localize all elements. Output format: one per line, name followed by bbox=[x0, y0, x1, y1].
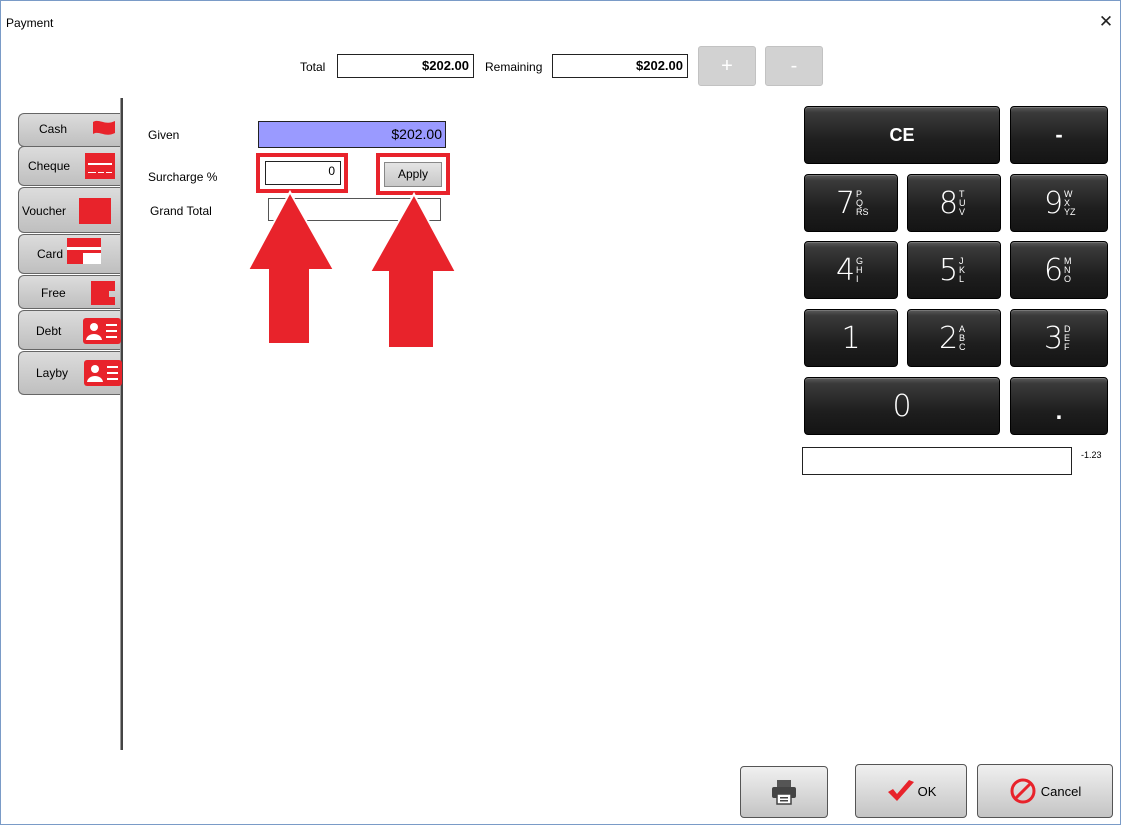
keypad-9-button[interactable]: 9 W X YZ bbox=[1010, 174, 1108, 232]
cancel-button[interactable]: Cancel bbox=[977, 764, 1113, 818]
tabs-divider bbox=[120, 98, 123, 750]
surcharge-input[interactable]: 0 bbox=[265, 161, 341, 185]
given-field[interactable]: $202.00 bbox=[258, 121, 446, 148]
keypad-dot-label: . bbox=[1055, 398, 1063, 425]
ok-button[interactable]: OK bbox=[855, 764, 967, 818]
given-label: Given bbox=[148, 128, 180, 142]
tab-cheque[interactable]: Cheque bbox=[18, 146, 120, 186]
contact-card-icon bbox=[84, 360, 122, 386]
close-icon[interactable]: ✕ bbox=[1096, 12, 1116, 32]
checkmark-icon bbox=[887, 780, 914, 801]
contact-card-icon bbox=[83, 318, 121, 344]
printer-icon bbox=[772, 780, 796, 805]
keypad-letters: JKL bbox=[959, 255, 966, 284]
keypad-ce-label: CE bbox=[889, 124, 915, 145]
format-hint: -1.23 bbox=[1081, 450, 1102, 460]
keypad-minus-button[interactable]: - bbox=[1010, 106, 1108, 164]
keypad-5-button[interactable]: 5JKL bbox=[907, 241, 1001, 299]
remove-payment-button[interactable]: - bbox=[765, 46, 823, 86]
keypad-digit: 2 bbox=[938, 320, 959, 356]
voucher-icon bbox=[79, 198, 111, 224]
cash-icon bbox=[93, 120, 115, 135]
tab-debt[interactable]: Debt bbox=[18, 310, 121, 350]
print-button[interactable] bbox=[740, 766, 828, 818]
keypad-letters: MNO bbox=[1064, 255, 1072, 284]
keypad-1-button[interactable]: 1 bbox=[804, 309, 898, 367]
card-icon bbox=[67, 238, 101, 264]
keypad-0-button[interactable]: 0 bbox=[804, 377, 1000, 435]
free-icon bbox=[91, 281, 115, 305]
keypad-4-button[interactable]: 4GHI bbox=[804, 241, 898, 299]
arrow-up-icon bbox=[246, 190, 336, 345]
ok-label: OK bbox=[917, 783, 937, 799]
keypad-letters: TUV bbox=[959, 188, 966, 217]
total-label: Total bbox=[300, 60, 326, 74]
cancel-label: Cancel bbox=[1040, 783, 1082, 799]
tab-free[interactable]: Free bbox=[18, 275, 120, 309]
keypad-letters: GHI bbox=[856, 255, 864, 284]
keypad-ce-button[interactable]: CE bbox=[804, 106, 1000, 164]
tab-voucher[interactable]: Voucher bbox=[18, 187, 120, 233]
keypad-7-button[interactable]: 7 P Q RS bbox=[804, 174, 898, 232]
arrow-up-icon bbox=[368, 192, 458, 349]
keypad-digit: 5 bbox=[938, 252, 959, 288]
tab-cash[interactable]: Cash bbox=[18, 113, 120, 147]
tab-cash-label: Cash bbox=[39, 122, 68, 136]
keypad-dot-button[interactable]: . bbox=[1010, 377, 1108, 435]
keypad-letters: W X YZ bbox=[1064, 188, 1076, 217]
window-title: Payment bbox=[6, 16, 54, 30]
keypad-2-button[interactable]: 2ABC bbox=[907, 309, 1001, 367]
keypad-display[interactable] bbox=[802, 447, 1072, 475]
add-payment-button[interactable]: + bbox=[698, 46, 756, 86]
keypad-digit: 6 bbox=[1043, 252, 1064, 288]
tab-layby[interactable]: Layby bbox=[18, 351, 122, 395]
keypad-digit: 3 bbox=[1043, 320, 1064, 356]
apply-button[interactable]: Apply bbox=[384, 162, 442, 187]
keypad-3-button[interactable]: 3DEF bbox=[1010, 309, 1108, 367]
keypad-letters: DEF bbox=[1064, 323, 1071, 352]
keypad-digit: 4 bbox=[835, 252, 856, 288]
keypad-digit: 7 bbox=[835, 185, 856, 221]
remaining-value: $202.00 bbox=[552, 54, 688, 78]
keypad-digit: 0 bbox=[892, 388, 912, 424]
tab-card[interactable]: Card bbox=[18, 234, 120, 274]
surcharge-label: Surcharge % bbox=[148, 170, 218, 184]
keypad-digit: 9 bbox=[1043, 185, 1064, 221]
keypad-letters: ABC bbox=[959, 323, 966, 352]
keypad-letters: P Q RS bbox=[856, 188, 869, 217]
total-value: $202.00 bbox=[337, 54, 474, 78]
keypad-digit: 1 bbox=[841, 320, 861, 356]
keypad-8-button[interactable]: 8TUV bbox=[907, 174, 1001, 232]
keypad-6-button[interactable]: 6MNO bbox=[1010, 241, 1108, 299]
grand-total-label: Grand Total bbox=[150, 204, 212, 218]
cheque-icon bbox=[85, 153, 115, 179]
cancel-icon bbox=[1010, 778, 1036, 804]
remaining-label: Remaining bbox=[485, 60, 543, 74]
keypad-minus-label: - bbox=[1055, 122, 1063, 147]
keypad-digit: 8 bbox=[938, 185, 959, 221]
